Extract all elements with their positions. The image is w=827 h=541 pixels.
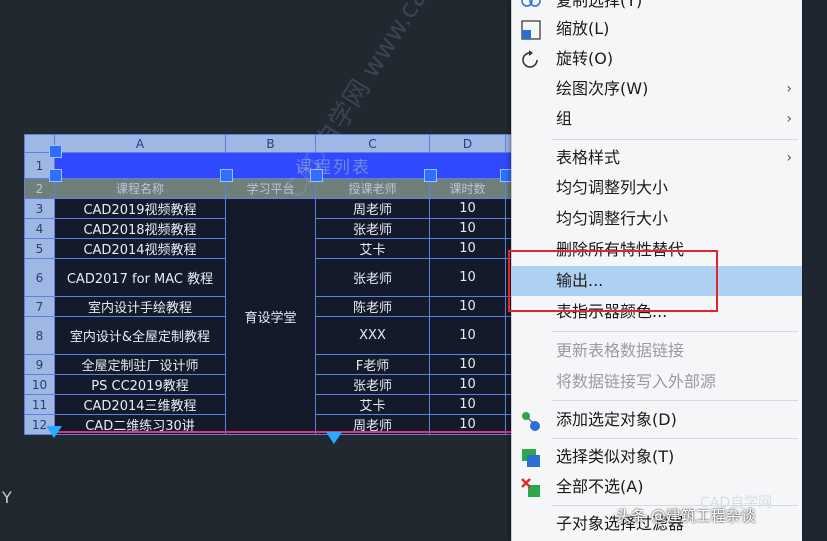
teacher-cell[interactable]: 艾卡 xyxy=(315,238,430,259)
menu-item-table-style[interactable]: 表格样式 › xyxy=(512,143,802,173)
column-letter[interactable]: A xyxy=(54,134,226,153)
row-number[interactable]: 5 xyxy=(24,238,55,259)
rotate-icon xyxy=(520,49,542,71)
ucs-y-axis-label: Y xyxy=(2,488,12,507)
table-stretch-grip[interactable] xyxy=(326,432,342,444)
menu-item-group[interactable]: 组 › xyxy=(512,104,802,134)
menu-item-update-data-link: 更新表格数据链接 xyxy=(512,336,802,366)
menu-item-label: 组 xyxy=(556,109,573,128)
hours-cell[interactable]: 10 xyxy=(429,354,506,375)
menu-separator xyxy=(552,400,798,401)
menu-item-label: 表格样式 xyxy=(556,148,621,167)
hours-cell[interactable]: 10 xyxy=(429,296,506,317)
table-grip[interactable] xyxy=(220,169,233,182)
teacher-cell[interactable]: 张老师 xyxy=(315,258,430,297)
header-cell[interactable]: 授课老师 xyxy=(315,178,430,199)
table-grip[interactable] xyxy=(49,169,62,182)
menu-item-label: 均匀调整列大小 xyxy=(556,178,669,197)
copy-selection-icon xyxy=(520,0,542,13)
teacher-cell[interactable]: 周老师 xyxy=(315,198,430,219)
teacher-cell[interactable]: F老师 xyxy=(315,354,430,375)
menu-separator xyxy=(552,331,798,332)
menu-item-label: 添加选定对象(D) xyxy=(556,410,677,429)
hours-cell[interactable]: 10 xyxy=(429,316,506,355)
submenu-arrow-icon: › xyxy=(786,81,792,97)
course-cell[interactable]: 全屋定制驻厂设计师 xyxy=(54,354,226,375)
menu-item-draw-order[interactable]: 绘图次序(W) › xyxy=(512,74,802,104)
table-grip[interactable] xyxy=(310,169,323,182)
hours-cell[interactable]: 10 xyxy=(429,394,506,415)
header-cell[interactable]: 课程名称 xyxy=(54,178,226,199)
table-grip[interactable] xyxy=(49,145,62,158)
platform-cell[interactable]: 育设学堂 xyxy=(225,198,316,435)
hours-cell[interactable]: 10 xyxy=(429,258,506,297)
add-selected-icon xyxy=(520,410,542,432)
course-cell[interactable]: 室内设计&全屋定制教程 xyxy=(54,316,226,355)
right-canvas-strip xyxy=(801,0,827,541)
scale-icon xyxy=(520,19,542,41)
teacher-cell[interactable]: 艾卡 xyxy=(315,394,430,415)
course-cell[interactable]: CAD2014视频教程 xyxy=(54,238,226,259)
menu-item-scale[interactable]: 缩放(L) xyxy=(512,14,802,44)
submenu-arrow-icon: › xyxy=(786,150,792,166)
hours-cell[interactable]: 10 xyxy=(429,218,506,239)
row-number[interactable]: 4 xyxy=(24,218,55,239)
table-bottom-selection-line xyxy=(52,431,512,433)
course-cell[interactable]: 室内设计手绘教程 xyxy=(54,296,226,317)
menu-item-label: 更新表格数据链接 xyxy=(556,341,685,360)
teacher-cell[interactable]: 张老师 xyxy=(315,374,430,395)
menu-item-label: 均匀调整行大小 xyxy=(556,209,669,228)
deselect-all-icon xyxy=(520,477,542,499)
table-grip[interactable] xyxy=(424,169,437,182)
table-row: 3 CAD2019视频教程 育设学堂 周老师 10 xyxy=(24,198,516,435)
course-table[interactable]: A B C D 1 课程列表 2 课程名称 学习平台 授课老师 课时数 3 CA… xyxy=(24,134,516,435)
teacher-cell[interactable]: XXX xyxy=(315,316,430,355)
column-letter[interactable]: D xyxy=(429,134,506,153)
course-cell[interactable]: PS CC2019教程 xyxy=(54,374,226,395)
menu-item-label: 选择类似对象(T) xyxy=(556,447,675,466)
menu-separator xyxy=(552,139,798,140)
course-cell[interactable]: CAD2018视频教程 xyxy=(54,218,226,239)
teacher-cell[interactable]: 张老师 xyxy=(315,218,430,239)
author-credit: 头条 @建筑工程杂谈 xyxy=(616,507,756,525)
row-number[interactable]: 6 xyxy=(24,258,55,297)
row-number[interactable]: 8 xyxy=(24,316,55,355)
menu-item-add-selected[interactable]: 添加选定对象(D) xyxy=(512,405,802,435)
row-number[interactable]: 3 xyxy=(24,198,55,219)
menu-item-label: 全部不选(A) xyxy=(556,477,644,496)
teacher-cell[interactable]: 陈老师 xyxy=(315,296,430,317)
row-number[interactable]: 9 xyxy=(24,354,55,375)
menu-item-rotate[interactable]: 旋转(O) xyxy=(512,44,802,74)
submenu-arrow-icon: › xyxy=(786,111,792,127)
menu-separator xyxy=(552,438,798,439)
title-row: 1 课程列表 xyxy=(24,152,516,179)
header-cell[interactable]: 课时数 xyxy=(429,178,506,199)
course-cell[interactable]: CAD2017 for MAC 教程 xyxy=(54,258,226,297)
menu-item-label: 绘图次序(W) xyxy=(556,79,649,98)
course-cell[interactable]: CAD2019视频教程 xyxy=(54,198,226,219)
row-number[interactable]: 7 xyxy=(24,296,55,317)
header-row: 2 课程名称 学习平台 授课老师 课时数 xyxy=(24,178,516,199)
hours-cell[interactable]: 10 xyxy=(429,238,506,259)
menu-item-label: 旋转(O) xyxy=(556,49,614,68)
annotation-highlight-box xyxy=(508,250,718,312)
menu-item-size-columns-equally[interactable]: 均匀调整列大小 xyxy=(512,173,802,203)
menu-item-select-similar[interactable]: 选择类似对象(T) xyxy=(512,442,802,472)
select-similar-icon xyxy=(520,447,542,469)
hours-cell[interactable]: 10 xyxy=(429,374,506,395)
column-letter-row: A B C D xyxy=(24,134,516,153)
table-break-grip[interactable] xyxy=(46,426,62,438)
menu-item-label: 缩放(L) xyxy=(556,19,610,38)
hours-cell[interactable]: 10 xyxy=(429,198,506,219)
row-number[interactable]: 10 xyxy=(24,374,55,395)
menu-item-write-data-link: 将数据链接写入外部源 xyxy=(512,367,802,397)
course-cell[interactable]: CAD2014三维教程 xyxy=(54,394,226,415)
row-number[interactable]: 11 xyxy=(24,394,55,415)
menu-item-size-rows-equally[interactable]: 均匀调整行大小 xyxy=(512,204,802,234)
menu-item-label: 将数据链接写入外部源 xyxy=(556,372,717,391)
